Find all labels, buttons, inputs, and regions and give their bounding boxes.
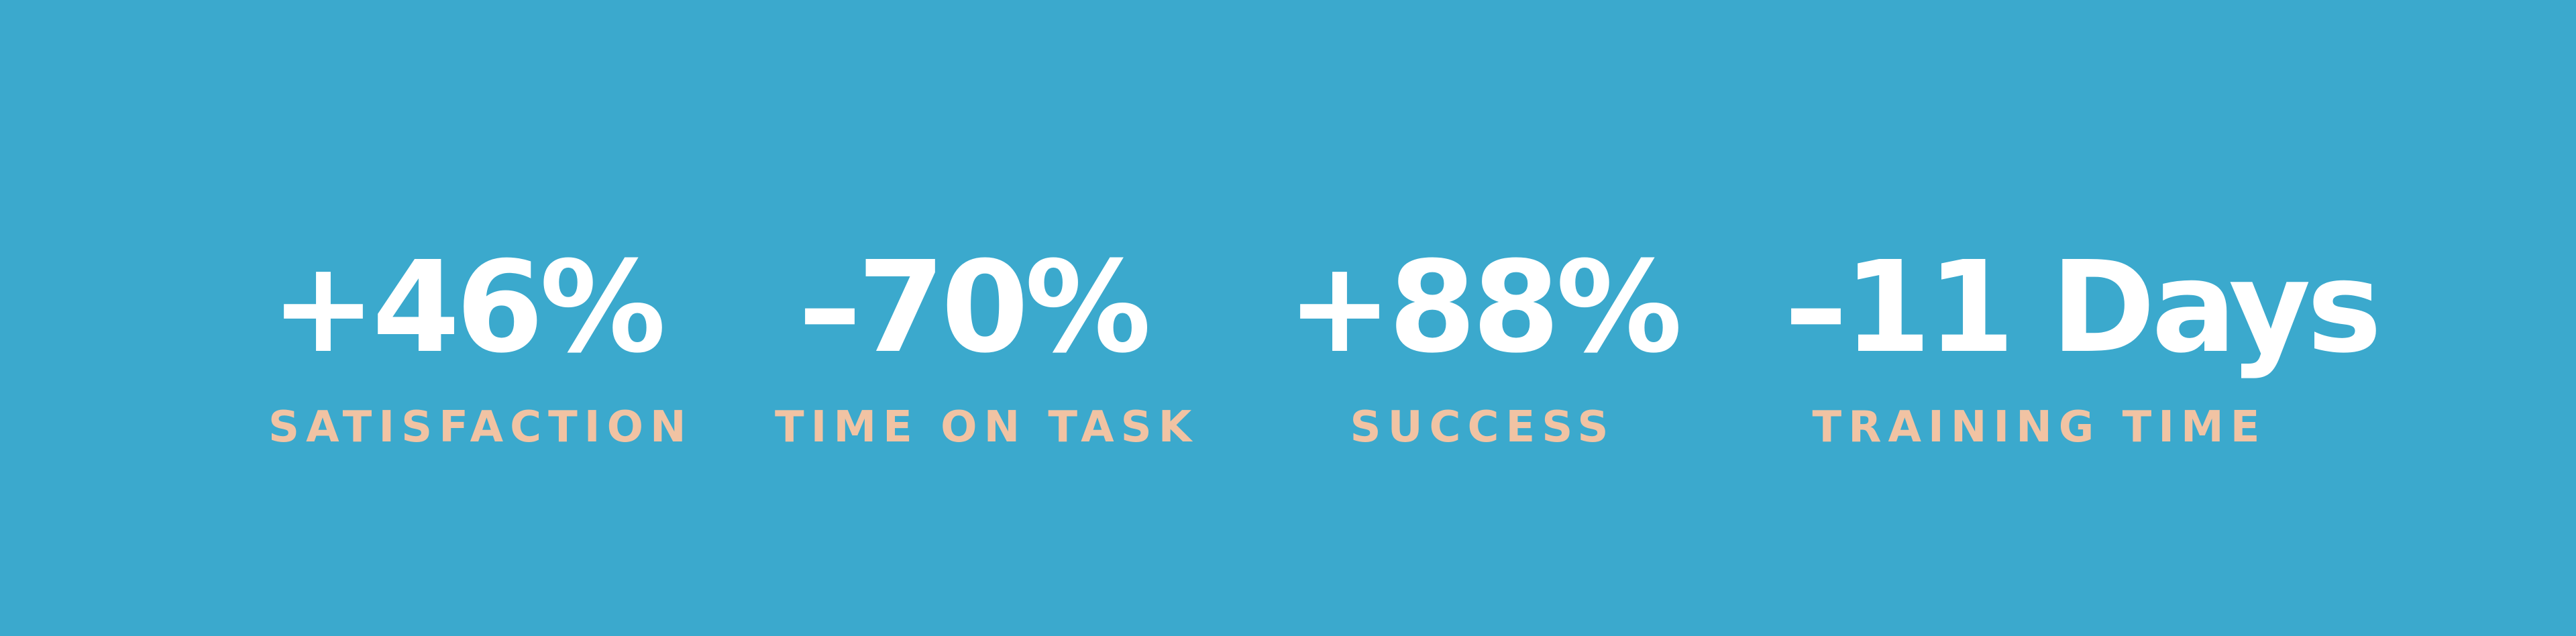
stat-success: +88% SUCCESS <box>1285 234 1682 452</box>
stat-training-time: –11 Days TRAINING TIME <box>1784 234 2382 452</box>
stat-value: –11 Days <box>1784 234 2382 381</box>
stat-satisfaction: +46% SATISFACTION <box>268 234 693 452</box>
stat-label: TRAINING TIME <box>1812 403 2267 452</box>
stat-time-on-task: –70% TIME ON TASK <box>775 234 1199 452</box>
stat-label: SUCCESS <box>1350 403 1615 452</box>
stat-label: TIME ON TASK <box>775 403 1199 452</box>
stat-value: +46% <box>270 234 666 381</box>
stat-value: +88% <box>1287 234 1682 381</box>
stat-label: SATISFACTION <box>268 403 693 452</box>
stat-value: –70% <box>798 234 1151 381</box>
